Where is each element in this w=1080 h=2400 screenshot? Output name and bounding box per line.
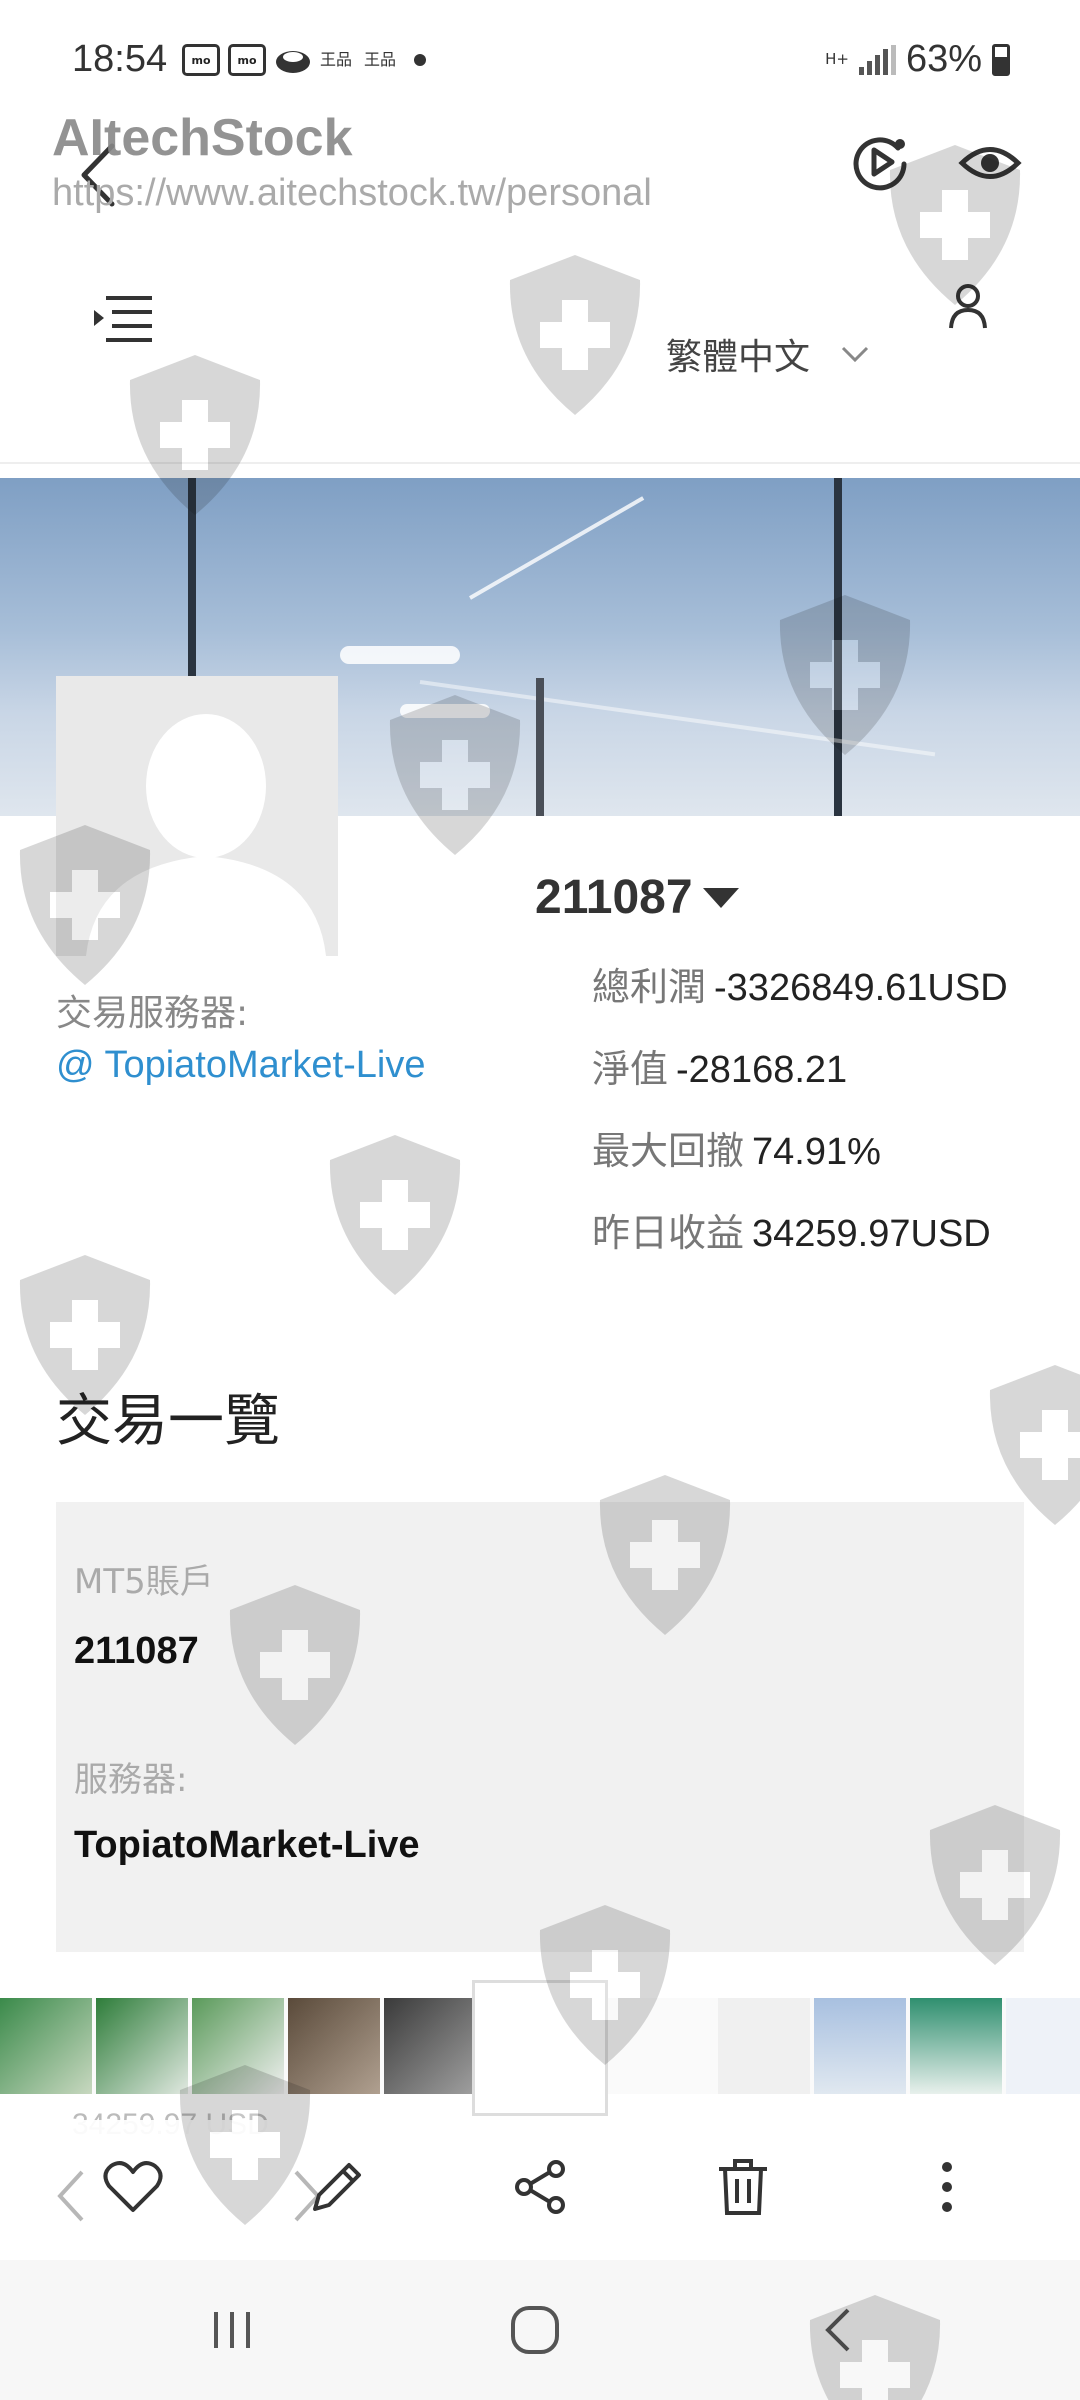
thumbnail[interactable] <box>718 1998 810 2094</box>
avatar-silhouette-icon <box>86 714 326 956</box>
language-select[interactable]: 繁體中文 <box>666 328 870 380</box>
language-label: 繁體中文 <box>666 337 811 378</box>
share-icon[interactable] <box>505 2152 575 2222</box>
thumbnail[interactable] <box>96 1998 188 2094</box>
eye-icon[interactable] <box>958 138 1022 188</box>
more-icon[interactable] <box>912 2152 982 2222</box>
heart-icon[interactable] <box>98 2152 168 2222</box>
stat-value: -28168.21 <box>676 1049 848 1091</box>
wangpin-icon: 王品 <box>320 50 353 69</box>
card-server-label: 服務器: <box>74 1760 188 1800</box>
selected-thumbnail[interactable] <box>472 1980 608 2116</box>
site-header: 繁體中文 <box>0 236 1080 464</box>
stat-label: 最大回撤 <box>592 1131 745 1173</box>
building-spire <box>536 678 544 816</box>
network-type: H+ <box>825 50 849 68</box>
trash-icon[interactable] <box>708 2152 778 2222</box>
momo-icon: mo <box>182 44 220 76</box>
stat-label: 淨值 <box>592 1049 669 1091</box>
thumbnail[interactable] <box>384 1998 476 2094</box>
video-icon[interactable] <box>848 130 912 194</box>
avatar <box>56 676 338 956</box>
thumbnail[interactable] <box>192 1998 284 2094</box>
chevron-down-icon <box>841 346 869 363</box>
battery-percent: 63% <box>905 38 982 80</box>
thumbnail[interactable] <box>0 1998 92 2094</box>
more-notifications-dot <box>414 54 426 66</box>
contrail <box>419 680 936 757</box>
window-frame <box>834 478 842 816</box>
next-page-icon <box>294 2170 321 2222</box>
cloud <box>400 704 490 718</box>
back-icon[interactable] <box>808 2300 868 2360</box>
system-nav-bar <box>0 2260 1080 2400</box>
card-account-label: MT5賬戶 <box>74 1562 214 1602</box>
server-link[interactable]: @ TopiatoMarket-Live <box>56 1044 425 1087</box>
cloud-app-icon <box>276 51 310 73</box>
battery-icon <box>992 43 1010 76</box>
gallery-toolbar <box>0 2120 1080 2260</box>
status-right: H+ 63% <box>825 38 1010 81</box>
thumbnail[interactable] <box>1006 1998 1080 2094</box>
notification-icons: mo mo 王品 王品 <box>182 44 426 76</box>
stat-label: 總利潤 <box>592 967 707 1009</box>
caret-down-icon <box>702 887 739 908</box>
stat-value: 34259.97USD <box>752 1213 991 1255</box>
card-account-value: 211087 <box>74 1630 199 1672</box>
contrail <box>469 496 645 600</box>
cloud <box>340 646 460 664</box>
recents-icon[interactable] <box>202 2300 262 2360</box>
status-time: 18:54 <box>72 38 168 80</box>
stat-value: -3326849.61USD <box>714 967 1008 1009</box>
user-icon[interactable] <box>948 282 988 330</box>
status-bar: 18:54 mo mo 王品 王品 H+ 63% <box>0 0 1080 110</box>
account-number: 211087 <box>535 871 693 924</box>
watermark-shield-icon <box>320 1130 470 1300</box>
stat-total-profit: 總利潤 -3326849.61USD <box>592 956 1008 1011</box>
thumbnail[interactable] <box>814 1998 906 2094</box>
momo-icon: mo <box>228 44 266 76</box>
stat-equity: 淨值 -28168.21 <box>592 1038 847 1093</box>
account-id[interactable]: 211087 <box>535 870 739 925</box>
wangpin-icon: 王品 <box>364 50 397 69</box>
section-title: 交易一覽 <box>56 1389 280 1454</box>
previous-page-icon <box>57 2170 84 2222</box>
signal-icon <box>858 44 896 75</box>
thumbnail[interactable] <box>288 1998 380 2094</box>
card-server-value: TopiatoMarket-Live <box>74 1824 420 1866</box>
site-title: AItechStock <box>52 109 353 167</box>
stat-value: 74.91% <box>752 1131 881 1173</box>
menu-icon[interactable] <box>92 292 152 344</box>
stat-label: 昨日收益 <box>592 1213 745 1255</box>
server-label: 交易服務器: <box>56 993 249 1034</box>
thumbnail[interactable] <box>910 1998 1002 2094</box>
account-card: MT5賬戶 211087 服務器: TopiatoMarket-Live <box>56 1502 1024 1952</box>
home-icon[interactable] <box>505 2300 565 2360</box>
stat-max-drawdown: 最大回撤 74.91% <box>592 1120 881 1175</box>
stat-yesterday-earnings: 昨日收益 34259.97USD <box>592 1202 991 1257</box>
url-text[interactable]: https://www.aitechstock.tw/personal <box>52 172 652 215</box>
